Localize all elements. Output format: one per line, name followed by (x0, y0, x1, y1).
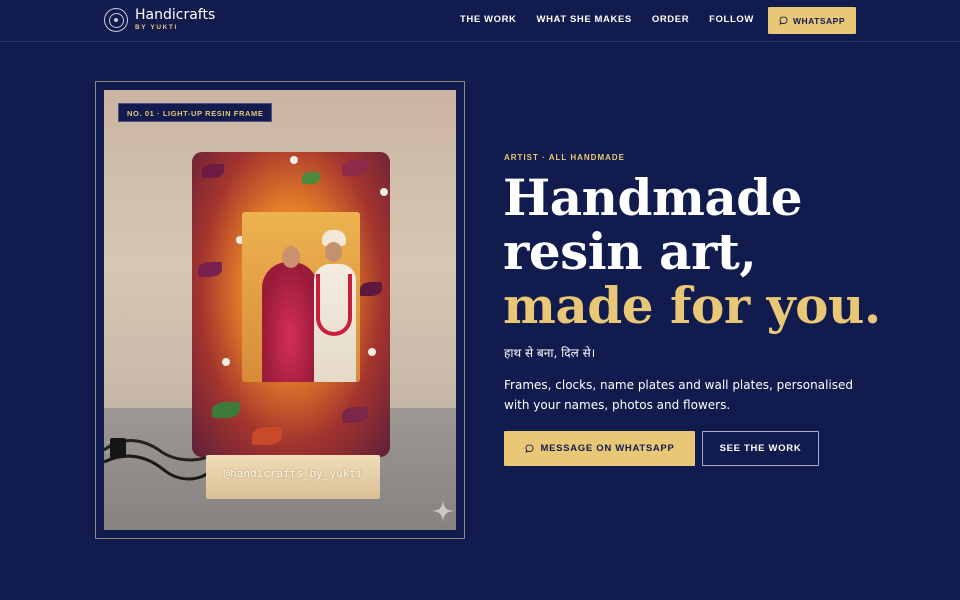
base-engraving: @handicrafts_by_yukti (223, 467, 363, 480)
message-on-whatsapp-label: MESSAGE ON WHATSAPP (540, 443, 675, 454)
pearl-bead (222, 358, 230, 366)
product-badge: NO. 01 · LIGHT-UP RESIN FRAME (118, 103, 273, 122)
chat-bubble-icon (779, 16, 788, 25)
headline-line-2: resin art, (503, 222, 757, 281)
pearl-bead (380, 188, 388, 196)
pressed-petal (202, 164, 224, 178)
pearl-bead (368, 348, 376, 356)
nav-link-what-she-makes[interactable]: WHAT SHE MAKES (537, 14, 632, 25)
see-the-work-label: SEE THE WORK (719, 443, 802, 454)
product-photo: @handicrafts_by_yukti (104, 90, 456, 530)
site-header: Handicrafts BY YUKTI THE WORK WHAT SHE M… (0, 0, 960, 42)
groom-face (325, 242, 342, 262)
headline-line-3: made for you. (503, 276, 881, 335)
chat-bubble-icon (524, 444, 534, 453)
hero-description: Frames, clocks, name plates and wall pla… (504, 378, 853, 412)
resin-frame (192, 152, 390, 457)
brand-logo-icon (104, 8, 128, 32)
hindi-tagline: हाथ से बना, दिल से। (504, 346, 596, 360)
message-on-whatsapp-button[interactable]: MESSAGE ON WHATSAPP (504, 431, 695, 466)
hero-eyebrow: ARTIST · ALL HANDMADE (504, 153, 625, 162)
header-whatsapp-button[interactable]: WHATSAPP (768, 7, 856, 34)
header-whatsapp-label: WHATSAPP (792, 15, 845, 26)
brand-name: Handicrafts (135, 7, 216, 23)
pearl-bead (290, 156, 298, 164)
pressed-leaf (212, 402, 240, 418)
pressed-petal (252, 427, 282, 445)
sparkle-icon (432, 500, 454, 522)
garland (316, 274, 352, 336)
nav-link-order[interactable]: ORDER (652, 14, 689, 25)
pressed-petal (342, 407, 368, 423)
pressed-petal (198, 262, 222, 277)
brand[interactable]: Handicrafts BY YUKTI (104, 8, 215, 32)
see-the-work-button[interactable]: SEE THE WORK (702, 431, 819, 466)
hero-headline: Handmade resin art, made for you. (503, 171, 881, 333)
brand-subtitle: BY YUKTI (135, 24, 178, 31)
headline-line-1: Handmade (503, 168, 803, 227)
pressed-petal (360, 282, 382, 296)
bride-face (282, 246, 300, 268)
couple-photo (242, 212, 360, 382)
nav-link-the-work[interactable]: THE WORK (460, 14, 517, 25)
nav-link-follow[interactable]: FOLLOW (709, 14, 754, 25)
main-nav: THE WORK WHAT SHE MAKES ORDER FOLLOW (460, 14, 774, 25)
pressed-leaf (302, 172, 320, 184)
bride-figure (262, 262, 318, 382)
pressed-petal (342, 160, 368, 176)
wooden-base: @handicrafts_by_yukti (206, 455, 380, 499)
